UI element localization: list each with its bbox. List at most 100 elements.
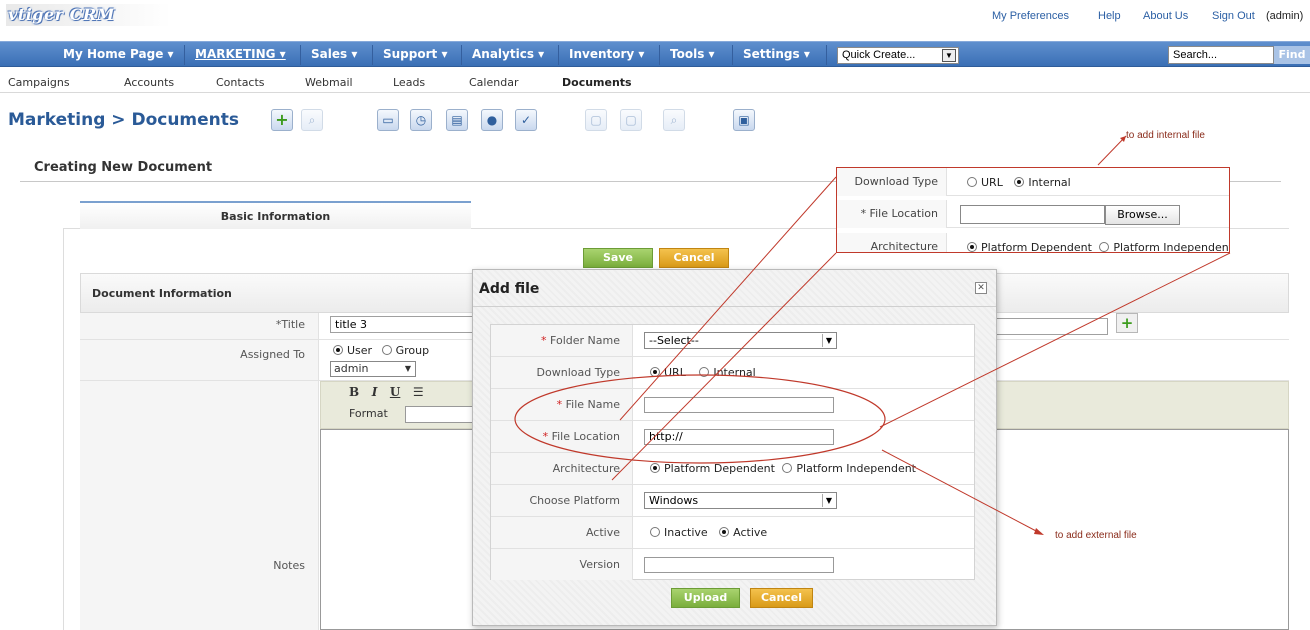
- ip-platform-independent-radio[interactable]: [1099, 242, 1110, 252]
- cancel-button[interactable]: Cancel: [659, 248, 729, 268]
- nav-settings[interactable]: Settings ▾: [743, 47, 810, 61]
- nav-marketing[interactable]: MARKETING ▾: [195, 47, 286, 61]
- assigned-value: admin: [334, 362, 369, 375]
- calculator-glyph-icon: ▤: [451, 113, 463, 127]
- subnav-documents[interactable]: Documents: [562, 76, 632, 89]
- sign-out-link[interactable]: Sign Out: [1212, 10, 1255, 22]
- folder-name-select[interactable]: --Select-- ▼: [644, 332, 837, 349]
- save-button[interactable]: Save: [583, 248, 653, 268]
- subnav-webmail[interactable]: Webmail: [305, 76, 353, 89]
- file-location-input[interactable]: http://: [644, 429, 834, 445]
- close-icon[interactable]: ✕: [975, 282, 987, 294]
- chevron-down-icon: ▼: [942, 49, 956, 62]
- list-icon[interactable]: ☰: [413, 385, 424, 399]
- active-radios: Inactive Active: [650, 526, 767, 539]
- nav-tools[interactable]: Tools ▾: [670, 47, 715, 61]
- ip-file-location-label: * File Location: [837, 200, 947, 228]
- quick-create-select[interactable]: Quick Create... ▼: [837, 47, 959, 64]
- active-radio[interactable]: [719, 527, 730, 537]
- chat-icon[interactable]: ●: [481, 109, 503, 131]
- chevron-down-icon: ▼: [822, 334, 835, 347]
- annotation-internal: to add internal file: [1126, 130, 1205, 141]
- active-row: Active Inactive Active: [491, 517, 974, 549]
- help-link[interactable]: Help: [1098, 10, 1121, 22]
- tab-basic-information[interactable]: Basic Information: [80, 201, 471, 229]
- check-icon[interactable]: ✓: [515, 109, 537, 131]
- about-us-link[interactable]: About Us: [1143, 10, 1188, 22]
- nav-sales[interactable]: Sales ▾: [311, 47, 357, 61]
- clock-icon[interactable]: ◷: [410, 109, 432, 131]
- nav-my-home-page[interactable]: My Home Page ▾: [63, 47, 174, 61]
- ip-internal-radio[interactable]: [1014, 177, 1025, 187]
- choose-platform-row: Choose Platform Windows ▼: [491, 485, 974, 517]
- ip-architecture-label: Architecture: [837, 233, 947, 252]
- add-icon[interactable]: +: [1116, 313, 1138, 333]
- platform-independent-label: Platform Independent: [796, 462, 916, 475]
- folder-name-text: Folder Name: [550, 334, 620, 347]
- version-label: Version: [491, 549, 633, 580]
- user-radio[interactable]: [333, 345, 343, 355]
- my-preferences-link[interactable]: My Preferences: [992, 10, 1069, 22]
- file-name-label: * File Name: [491, 389, 633, 420]
- file-location-text: File Location: [551, 430, 620, 443]
- nav-separator: [461, 45, 462, 65]
- choose-platform-select[interactable]: Windows ▼: [644, 492, 837, 509]
- title-extra-input[interactable]: [990, 318, 1108, 335]
- download-type-label: Download Type: [491, 357, 633, 388]
- nav-separator: [732, 45, 733, 65]
- architecture-label: Architecture: [491, 453, 633, 484]
- platform-independent-radio[interactable]: [782, 463, 793, 473]
- format-label: Format: [349, 407, 388, 420]
- version-input[interactable]: [644, 557, 834, 573]
- dialog-cancel-button[interactable]: Cancel: [750, 588, 813, 608]
- nav-support[interactable]: Support ▾: [383, 47, 447, 61]
- browse-button[interactable]: Browse...: [1105, 205, 1180, 225]
- file-name-input[interactable]: [644, 397, 834, 413]
- monitor-icon[interactable]: ▣: [733, 109, 755, 131]
- calendar-glyph-icon: ▭: [382, 113, 394, 127]
- app-logo: vtiger CRM: [6, 4, 171, 26]
- notes-label: Notes: [80, 381, 319, 630]
- subnav-calendar[interactable]: Calendar: [469, 76, 518, 89]
- create-icon[interactable]: +: [271, 109, 293, 131]
- main-nav: My Home Page ▾ MARKETING ▾ Sales ▾ Suppo…: [0, 41, 1310, 67]
- subnav-accounts[interactable]: Accounts: [124, 76, 174, 89]
- subnav-campaigns[interactable]: Campaigns: [8, 76, 70, 89]
- annotation-external: to add external file: [1055, 530, 1137, 541]
- ip-file-input[interactable]: [960, 205, 1105, 224]
- file-location-row: * File Location http://: [491, 421, 974, 453]
- find-duplicates-icon: ⌕: [663, 109, 685, 131]
- inactive-radio[interactable]: [650, 527, 660, 537]
- ip-platform-independent-label: Platform Independent: [1113, 241, 1230, 253]
- nav-inventory[interactable]: Inventory ▾: [569, 47, 644, 61]
- title-label-text: *Title: [275, 318, 305, 331]
- find-button[interactable]: Find: [1274, 46, 1310, 64]
- file-name-row: * File Name: [491, 389, 974, 421]
- upload-button[interactable]: Upload: [671, 588, 740, 608]
- nav-analytics[interactable]: Analytics ▾: [472, 47, 544, 61]
- italic-icon[interactable]: I: [372, 385, 378, 399]
- platform-dependent-radio[interactable]: [650, 463, 660, 473]
- ip-url-radio[interactable]: [967, 177, 977, 187]
- nav-separator: [300, 45, 301, 65]
- subnav-divider: [0, 92, 1310, 93]
- nav-separator: [826, 45, 827, 65]
- subnav-leads[interactable]: Leads: [393, 76, 425, 89]
- ip-platform-dependent-label: Platform Dependent: [981, 241, 1092, 253]
- calculator-icon[interactable]: ▤: [446, 109, 468, 131]
- calendar-icon[interactable]: ▭: [377, 109, 399, 131]
- choose-platform-label: Choose Platform: [491, 485, 633, 516]
- ip-platform-dependent-radio[interactable]: [967, 242, 977, 252]
- internal-radio[interactable]: [699, 367, 710, 377]
- ip-download-type-row: Download Type URL Internal: [837, 168, 1229, 196]
- title-input[interactable]: title 3: [330, 316, 475, 333]
- subnav-contacts[interactable]: Contacts: [216, 76, 265, 89]
- underline-icon[interactable]: U: [390, 385, 400, 399]
- assigned-to-select[interactable]: admin ▼: [330, 361, 416, 377]
- ip-internal-label: Internal: [1028, 176, 1071, 189]
- format-select[interactable]: [405, 406, 475, 423]
- group-radio[interactable]: [381, 345, 392, 355]
- bold-icon[interactable]: B: [349, 385, 359, 399]
- url-radio[interactable]: [650, 367, 660, 377]
- search-input[interactable]: Search...: [1168, 46, 1274, 64]
